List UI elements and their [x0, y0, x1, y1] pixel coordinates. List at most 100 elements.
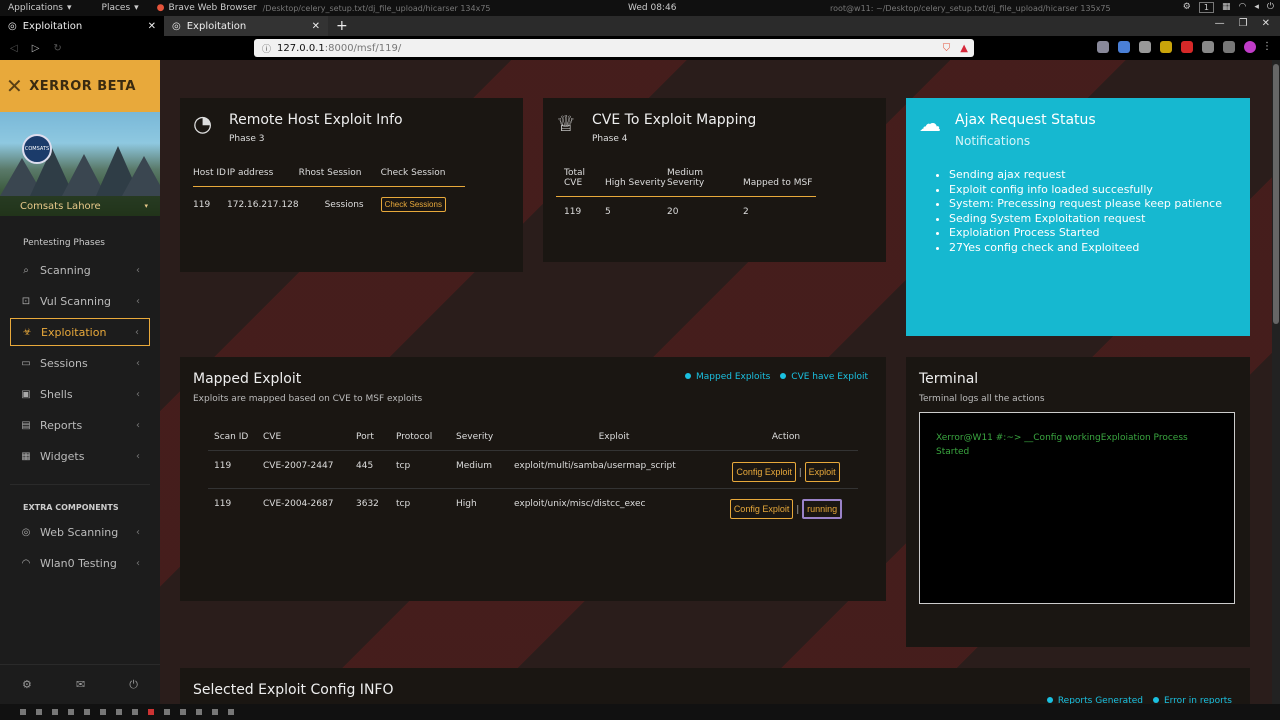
taskbar-app-icon[interactable]	[212, 709, 218, 715]
taskbar-app-icon[interactable]	[148, 709, 154, 715]
volume-icon[interactable]: ◂	[1254, 2, 1259, 13]
pie-chart-icon: ◔	[193, 112, 213, 137]
extension-icon[interactable]	[1097, 41, 1109, 53]
cloud-icon[interactable]	[1139, 41, 1151, 53]
taskbar-app-icon[interactable]	[132, 709, 138, 715]
sidebar-item-reports[interactable]: ▤ Reports ‹	[10, 411, 150, 439]
translate-icon[interactable]	[1118, 41, 1130, 53]
forward-icon[interactable]: ▷	[32, 43, 40, 54]
column-header: IP address	[227, 168, 274, 178]
scrollbar-thumb[interactable]	[1273, 64, 1279, 324]
brand[interactable]: ✕ XERROR BETA	[0, 60, 160, 112]
close-icon[interactable]: ✕	[148, 21, 156, 32]
location-label: Comsats Lahore	[20, 200, 101, 212]
column-header: Severity	[456, 432, 494, 442]
legend-item: Reports Generated	[1046, 696, 1143, 704]
config-exploit-button[interactable]: Config Exploit	[732, 461, 796, 482]
sidebar-item-sessions[interactable]: ▭ Sessions ‹	[10, 349, 150, 377]
new-tab-button[interactable]: +	[336, 18, 348, 34]
sidebar-item-shells[interactable]: ▣ Shells ‹	[10, 380, 150, 408]
wifi-icon[interactable]: ◠	[1238, 2, 1246, 13]
settings-icon[interactable]: ⚙	[22, 678, 32, 691]
pen-icon[interactable]	[1223, 41, 1235, 53]
config-exploit-button[interactable]: Config Exploit	[729, 499, 794, 519]
close-icon[interactable]: ✕	[312, 21, 320, 32]
sidebar-item-label: Sessions	[40, 356, 88, 370]
location-dropdown[interactable]: Comsats Lahore ▾	[0, 196, 160, 216]
wave-icon[interactable]	[1202, 41, 1214, 53]
taskbar-app-icon[interactable]	[84, 709, 90, 715]
minimize-icon[interactable]: —	[1215, 18, 1225, 29]
mail-icon[interactable]: ✉	[76, 678, 85, 691]
brave-shield-icon[interactable]: ⛉	[943, 43, 951, 54]
taskbar-app-icon[interactable]	[36, 709, 42, 715]
grid-icon[interactable]: ▦	[1222, 2, 1231, 13]
x-logo-icon: ✕	[6, 74, 24, 98]
sidebar-item-widgets[interactable]: ▦ Widgets ‹	[10, 442, 150, 470]
close-window-icon[interactable]: ✕	[1262, 18, 1270, 29]
chevron-left-icon: ‹	[136, 557, 140, 569]
applications-menu[interactable]: Applications ▾	[8, 3, 72, 13]
clock[interactable]: Wed 08:46	[628, 3, 676, 13]
column-header: Action	[771, 432, 801, 442]
table-row: 119 172.16.217.128 Sessions Check Sessio…	[193, 187, 465, 212]
check-sessions-button[interactable]: Check Sessions	[380, 197, 446, 212]
shield-icon[interactable]	[1160, 41, 1172, 53]
sidebar-item-scanning[interactable]: ⌕ Scanning ‹	[10, 256, 150, 284]
tab-exploitation-1[interactable]: ◎ Exploitation ✕	[0, 16, 164, 36]
dot-icon	[685, 373, 692, 379]
running-button[interactable]: running	[802, 499, 843, 519]
action-cell: Config Exploit | Exploit	[714, 451, 858, 489]
exploit-button[interactable]: Exploit	[804, 461, 840, 482]
maximize-icon[interactable]: ❐	[1239, 18, 1248, 29]
taskbar-app-icon[interactable]	[180, 709, 186, 715]
taskbar-app-icon[interactable]	[100, 709, 106, 715]
info-icon[interactable]: ⓘ	[262, 42, 271, 55]
dot-icon	[1152, 697, 1159, 703]
taskbar-app-icon[interactable]	[164, 709, 170, 715]
exploit-cell: exploit/multi/samba/usermap_script	[514, 461, 676, 471]
tab-exploitation-2[interactable]: ◎ Exploitation ✕	[164, 16, 328, 36]
url-path: :8000/msf/119/	[324, 42, 402, 54]
brave-icon: ●	[156, 3, 165, 13]
column-header: Exploit	[598, 432, 630, 442]
card-title: CVE To Exploit Mapping	[592, 112, 757, 128]
menu-icon[interactable]: ⋮	[1262, 41, 1272, 52]
remote-host-table: Host ID IP address Rhost Session Check S…	[193, 168, 465, 212]
apps-icon[interactable]: ⚙	[1183, 2, 1191, 13]
taskbar-app-icon[interactable]	[68, 709, 74, 715]
profile-icon[interactable]	[1244, 41, 1256, 53]
power-icon[interactable]: ⏻	[129, 678, 138, 692]
back-icon[interactable]: ◁	[10, 43, 18, 54]
reload-icon[interactable]: ↻	[53, 43, 61, 54]
action-cell: Config Exploit | running	[714, 489, 858, 519]
card-title: Terminal	[919, 371, 979, 387]
avatar[interactable]: COMSATS	[22, 134, 52, 164]
taskbar-app-icon[interactable]	[20, 709, 26, 715]
sidebar-item-vul-scanning[interactable]: ⊡ Vul Scanning ‹	[10, 287, 150, 315]
page-scrollbar[interactable]	[1272, 60, 1280, 704]
notification-item: Exploiation Process Started	[949, 226, 1237, 241]
notification-item: Exploit config info loaded succesfully	[949, 183, 1237, 198]
sidebar-item-wlan0-testing[interactable]: ◠ Wlan0 Testing ‹	[10, 549, 150, 577]
adblock-icon[interactable]	[1181, 41, 1193, 53]
legend-label: Reports Generated	[1057, 696, 1143, 704]
taskbar-app-icon[interactable]	[228, 709, 234, 715]
taskbar-app-icon[interactable]	[52, 709, 58, 715]
places-menu[interactable]: Places ▾	[102, 3, 139, 13]
browser-menu[interactable]: ● Brave Web Browser	[157, 3, 257, 13]
notification-item: Seding System Exploitation request	[949, 212, 1237, 227]
sidebar-item-web-scanning[interactable]: ◎ Web Scanning ‹	[10, 518, 150, 546]
sidebar-item-exploitation[interactable]: ☣ Exploitation ‹	[10, 318, 150, 346]
terminal-output[interactable]: Xerror@W11 #:~> __Config workingExploiat…	[919, 412, 1235, 604]
rewards-icon[interactable]: ▲	[960, 43, 968, 54]
workspace-indicator[interactable]: 1	[1198, 2, 1214, 13]
sidebar-item-label: Reports	[40, 418, 83, 432]
taskbar-app-icon[interactable]	[196, 709, 202, 715]
url-field[interactable]: ⓘ 127.0.0.1:8000/msf/119/ ⛉ ▲	[254, 39, 974, 57]
power-icon[interactable]: ⏻	[1267, 2, 1274, 13]
search-icon: ⌕	[23, 264, 29, 276]
brand-name: XERROR BETA	[29, 78, 136, 94]
severity-cell: Medium	[456, 461, 492, 471]
taskbar-app-icon[interactable]	[116, 709, 122, 715]
